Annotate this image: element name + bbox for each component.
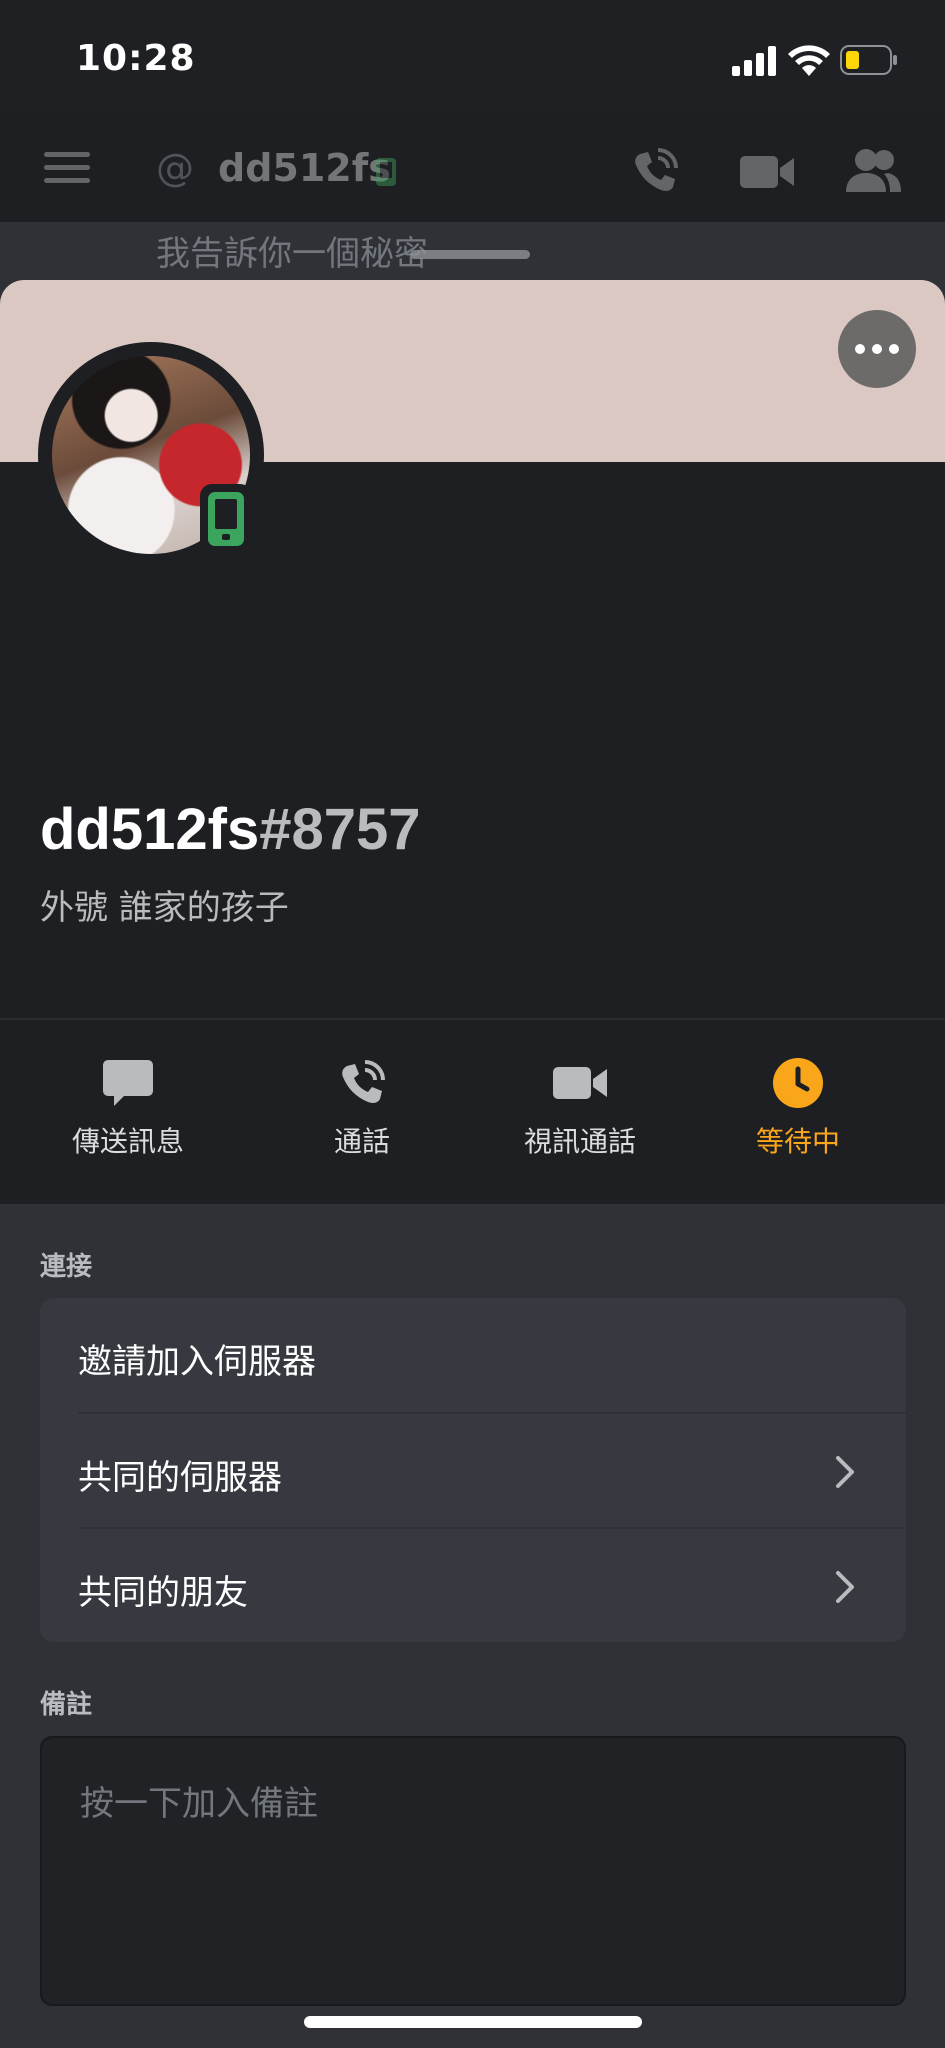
phone-call-icon — [342, 1060, 385, 1103]
members-icon[interactable] — [844, 148, 902, 194]
connections-title: 連接 — [40, 1252, 93, 1282]
note-title: 備註 — [40, 1690, 93, 1720]
chat-header-username: dd512fs — [218, 146, 391, 190]
profile-sheet: dd512fs#8757 外號 誰家的孩子 傳送訊息 通話 視訊通話 等待中 連… — [0, 280, 945, 2048]
cellular-signal-icon — [732, 46, 776, 76]
call-label: 通話 — [333, 1125, 390, 1158]
mobile-online-status-icon — [200, 484, 252, 554]
invite-to-server-row[interactable]: 邀請加入伺服器 — [40, 1298, 906, 1413]
discriminator-text: #8757 — [259, 797, 421, 862]
send-message-button[interactable]: 傳送訊息 — [28, 1056, 228, 1160]
video-camera-icon — [553, 1067, 607, 1099]
profile-username: dd512fs#8757 — [40, 796, 421, 863]
at-icon: @ — [156, 146, 194, 190]
note-input[interactable]: 按一下加入備註 — [40, 1736, 906, 2006]
mobile-status-icon — [376, 158, 396, 186]
phone-call-icon[interactable] — [630, 146, 680, 196]
chevron-right-icon — [836, 1456, 854, 1488]
wifi-icon — [788, 45, 830, 76]
battery-icon — [840, 45, 897, 75]
note-placeholder: 按一下加入備註 — [80, 1784, 318, 1824]
custom-status: 外號 誰家的孩子 — [40, 888, 289, 928]
home-indicator — [304, 2016, 642, 2028]
chat-bubble-icon — [103, 1060, 153, 1106]
status-bar: 10:28 — [0, 0, 945, 110]
invite-to-server-label: 邀請加入伺服器 — [78, 1342, 316, 1382]
pending-button[interactable]: 等待中 — [698, 1056, 898, 1160]
mutual-friends-row[interactable]: 共同的朋友 — [40, 1529, 906, 1642]
more-options-button[interactable] — [838, 310, 916, 388]
chevron-right-icon — [836, 1571, 854, 1603]
mutual-servers-row[interactable]: 共同的伺服器 — [40, 1414, 906, 1529]
mutual-servers-label: 共同的伺服器 — [78, 1458, 282, 1498]
connections-card: 邀請加入伺服器 共同的伺服器 共同的朋友 — [40, 1298, 906, 1642]
video-call-label: 視訊通話 — [523, 1125, 636, 1158]
mutual-friends-label: 共同的朋友 — [78, 1573, 248, 1613]
pending-label: 等待中 — [755, 1125, 840, 1158]
video-camera-icon[interactable] — [740, 152, 794, 192]
send-message-label: 傳送訊息 — [71, 1125, 184, 1158]
action-bar: 傳送訊息 通話 視訊通話 等待中 — [0, 1020, 945, 1204]
username-text: dd512fs — [40, 797, 260, 862]
chat-header: @ dd512fs — [0, 110, 945, 222]
clock-icon — [773, 1058, 823, 1108]
video-call-button[interactable]: 視訊通話 — [480, 1056, 680, 1160]
sheet-grabber[interactable] — [410, 250, 530, 259]
call-button[interactable]: 通話 — [262, 1056, 462, 1160]
hamburger-menu-icon[interactable] — [44, 152, 90, 184]
chat-message-preview: 我告訴你一個秘密 — [156, 234, 428, 274]
status-time: 10:28 — [76, 38, 196, 79]
